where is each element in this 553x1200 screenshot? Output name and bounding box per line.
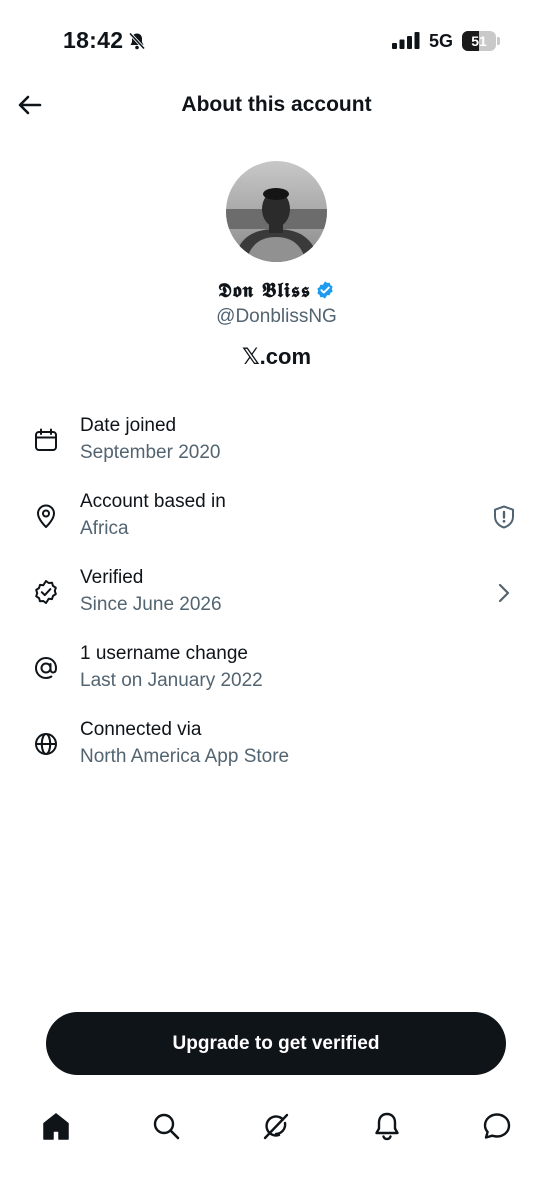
verified-row[interactable]: Verified Since June 2026	[0, 567, 553, 635]
row-title: Date joined	[80, 415, 177, 436]
display-name: 𝕯𝖔𝖓 𝕭𝖑𝖎𝖘𝖘	[218, 278, 311, 302]
calendar-icon	[35, 428, 57, 451]
row-title: Connected via	[80, 719, 202, 740]
connected-via-row: Connected via North America App Store	[0, 719, 553, 787]
search-icon[interactable]	[151, 1110, 181, 1142]
location-pin-icon	[37, 504, 55, 528]
globe-icon	[35, 733, 57, 755]
avatar[interactable]	[226, 161, 327, 262]
username-change-row: 1 username change Last on January 2022	[0, 643, 553, 711]
message-icon[interactable]	[482, 1110, 512, 1142]
row-title: 1 username change	[80, 643, 248, 664]
status-time: 18:42	[63, 27, 124, 53]
verified-badge-icon	[317, 281, 333, 299]
battery-icon: 51	[462, 31, 500, 51]
row-subtitle: Last on January 2022	[80, 670, 263, 691]
bell-icon[interactable]	[372, 1110, 402, 1142]
row-subtitle: September 2020	[80, 442, 221, 463]
network-type: 5G	[429, 31, 454, 51]
home-icon[interactable]	[41, 1110, 71, 1142]
row-title: Verified	[80, 567, 144, 588]
row-subtitle: Since June 2026	[80, 594, 222, 615]
row-title: Account based in	[80, 491, 226, 512]
shield-alert-icon[interactable]	[491, 504, 517, 530]
row-subtitle: Africa	[80, 518, 129, 539]
display-name-row: 𝕯𝖔𝖓 𝕭𝖑𝖎𝖘𝖘	[0, 278, 553, 302]
page-title: About this account	[181, 93, 372, 116]
signal-bars-icon	[392, 32, 420, 49]
account-based-in-row: Account based in Africa	[0, 491, 553, 559]
at-sign-icon	[34, 656, 58, 680]
verified-seal-icon	[35, 580, 57, 604]
site-label: 𝕏.com	[241, 344, 312, 369]
profile-handle: @DonblissNG	[216, 306, 337, 327]
grok-icon[interactable]	[261, 1110, 291, 1142]
row-subtitle: North America App Store	[80, 746, 290, 767]
chevron-right-icon[interactable]	[491, 580, 517, 606]
upgrade-to-get-verified-button[interactable]: Upgrade to get verified	[46, 1012, 506, 1075]
bell-slash-icon	[128, 32, 146, 50]
battery-level: 51	[471, 33, 487, 49]
date-joined-row: Date joined September 2020	[0, 415, 553, 483]
